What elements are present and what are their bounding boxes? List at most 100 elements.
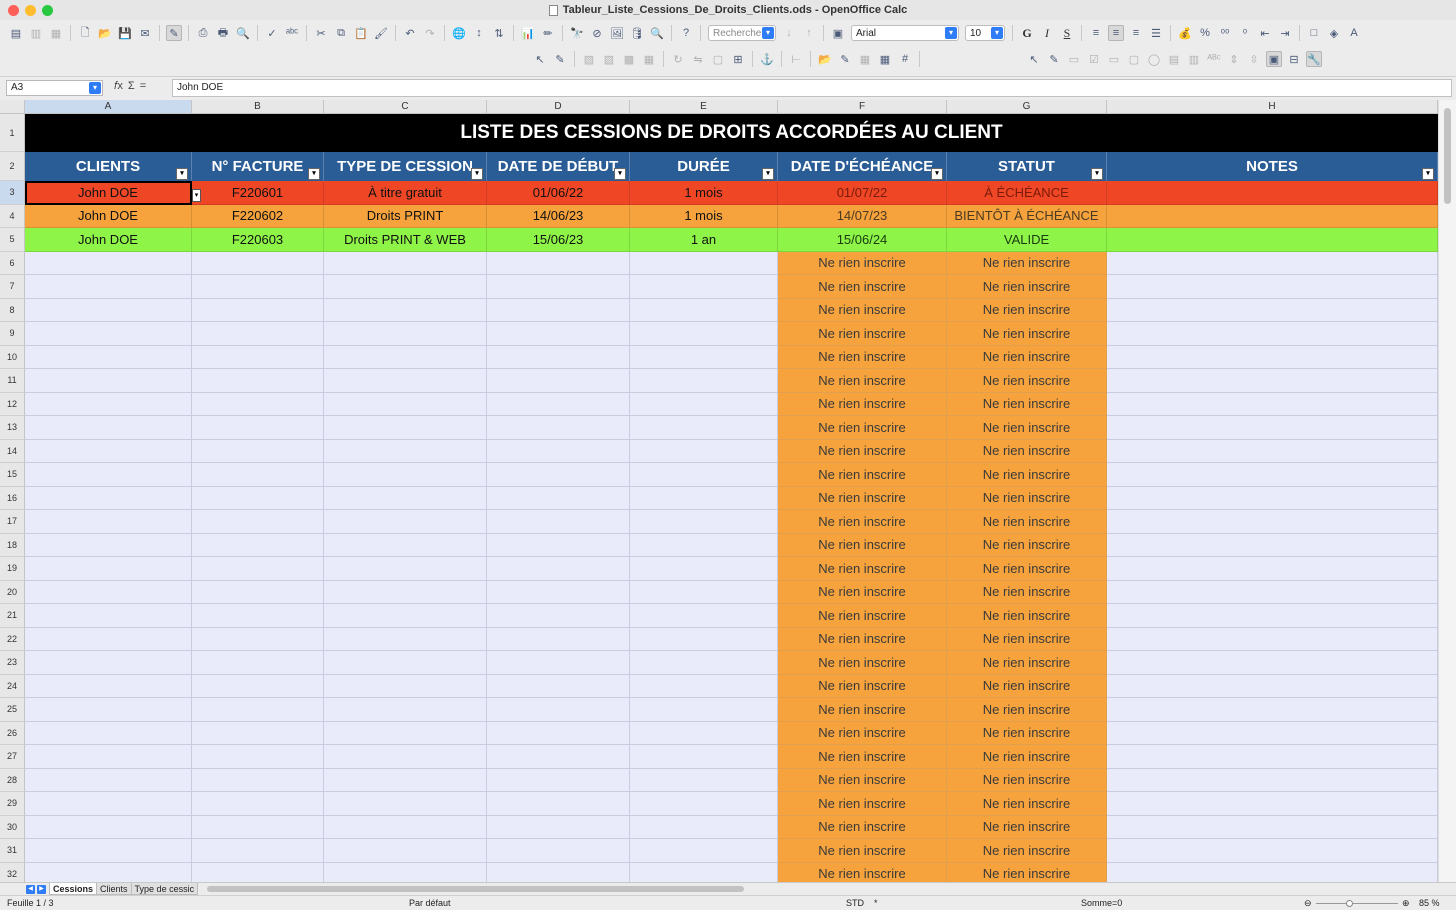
flip-icon[interactable]: ⇋ [690,51,706,67]
empty-cell[interactable] [630,510,778,534]
format-paintbrush-icon[interactable]: 🖌 [373,25,389,41]
empty-cell[interactable] [487,510,630,534]
empty-cell[interactable] [25,651,192,675]
find-replace-icon[interactable]: 🔭 [569,25,585,41]
placeholder-echeance-cell[interactable]: Ne rien inscrire [778,463,947,487]
navigator-icon[interactable]: ⊘ [589,25,605,41]
empty-cell[interactable] [324,604,487,628]
header-cell[interactable]: NOTES ▾ [1107,152,1438,181]
empty-cell[interactable] [487,298,630,322]
placeholder-echeance-cell[interactable]: Ne rien inscrire [778,768,947,792]
borders-icon[interactable]: □ [1306,25,1322,41]
header-cell[interactable]: N° FACTURE ▾ [192,152,324,181]
empty-cell[interactable] [192,815,324,839]
placeholder-statut-cell[interactable]: Ne rien inscrire [947,275,1107,299]
empty-cell[interactable] [1107,345,1438,369]
empty-cell[interactable] [630,792,778,816]
empty-cell[interactable] [487,463,630,487]
print-icon[interactable]: 🖶 [215,25,231,41]
group-icon[interactable]: ▢ [710,51,726,67]
empty-cell[interactable] [1107,439,1438,463]
filter-dropdown-icon[interactable]: ▾ [1091,168,1103,180]
row-header[interactable]: 8 [0,298,25,322]
row-header[interactable]: 16 [0,486,25,510]
toolbar-layout-icon[interactable]: ▥ [28,25,44,41]
empty-cell[interactable] [25,815,192,839]
table-control-icon[interactable]: ▦ [877,51,893,67]
cell-type[interactable]: Droits PRINT & WEB [324,228,487,252]
empty-cell[interactable] [25,463,192,487]
empty-cell[interactable] [1107,721,1438,745]
validation-dropdown-icon[interactable]: ▾ [192,189,201,202]
empty-cell[interactable] [324,721,487,745]
column-header-b[interactable]: B [192,100,324,114]
formula-equals-icon[interactable]: = [140,80,146,93]
placeholder-echeance-cell[interactable]: Ne rien inscrire [778,792,947,816]
placeholder-statut-cell[interactable]: Ne rien inscrire [947,674,1107,698]
vertical-scrollbar[interactable] [1438,100,1456,882]
open-folder-icon[interactable]: 📂 [97,25,113,41]
form-design-icon[interactable]: ✎ [1046,51,1062,67]
empty-cell[interactable] [192,721,324,745]
zoom-slider[interactable] [1316,900,1398,907]
empty-cell[interactable] [192,416,324,440]
empty-cell[interactable] [192,768,324,792]
row-header[interactable]: 13 [0,416,25,440]
empty-cell[interactable] [487,839,630,863]
empty-cell[interactable] [630,815,778,839]
placeholder-echeance-cell[interactable]: Ne rien inscrire [778,721,947,745]
column-header-a[interactable]: A [25,100,192,114]
empty-cell[interactable] [487,416,630,440]
empty-cell[interactable] [192,651,324,675]
cell-echeance[interactable]: 01/07/22 [778,181,947,205]
cell-duree[interactable]: 1 mois [630,181,778,205]
align-left-icon[interactable]: ≡ [1088,25,1104,41]
placeholder-statut-cell[interactable]: Ne rien inscrire [947,392,1107,416]
cell-duree[interactable]: 1 mois [630,204,778,228]
zoom-out-icon[interactable]: ⊖ [1304,898,1312,909]
formula-input[interactable]: John DOE [172,79,1452,97]
empty-cell[interactable] [630,580,778,604]
empty-cell[interactable] [630,698,778,722]
placeholder-statut-cell[interactable]: Ne rien inscrire [947,463,1107,487]
empty-cell[interactable] [630,604,778,628]
placeholder-statut-cell[interactable]: Ne rien inscrire [947,251,1107,275]
horizontal-scrollbar[interactable] [207,885,1437,893]
placeholder-echeance-cell[interactable]: Ne rien inscrire [778,416,947,440]
empty-cell[interactable] [324,839,487,863]
row-header[interactable]: 29 [0,792,25,816]
empty-cell[interactable] [324,815,487,839]
empty-cell[interactable] [192,298,324,322]
empty-cell[interactable] [630,745,778,769]
header-cell[interactable]: TYPE DE CESSION ▾ [324,152,487,181]
cell-client[interactable]: John DOE [25,204,192,228]
placeholder-statut-cell[interactable]: Ne rien inscrire [947,839,1107,863]
ungroup-icon[interactable]: ⊞ [730,51,746,67]
empty-cell[interactable] [192,792,324,816]
empty-cell[interactable] [25,580,192,604]
row-header[interactable]: 31 [0,839,25,863]
empty-cell[interactable] [630,439,778,463]
placeholder-echeance-cell[interactable]: Ne rien inscrire [778,815,947,839]
cell-facture[interactable]: F220602 [192,204,324,228]
row-header[interactable]: 20 [0,580,25,604]
row-header[interactable]: 1 [0,114,25,152]
placeholder-statut-cell[interactable]: Ne rien inscrire [947,580,1107,604]
empty-cell[interactable] [1107,651,1438,675]
tab-clients[interactable]: Clients [96,883,132,895]
empty-cell[interactable] [324,698,487,722]
empty-cell[interactable] [487,721,630,745]
row-header[interactable]: 25 [0,698,25,722]
tab-nav-prev-icon[interactable]: ◀ [26,884,35,894]
empty-cell[interactable] [192,533,324,557]
draw-functions-icon[interactable]: ✏ [540,25,556,41]
placeholder-echeance-cell[interactable]: Ne rien inscrire [778,298,947,322]
empty-cell[interactable] [630,275,778,299]
empty-cell[interactable] [25,275,192,299]
chevron-down-icon[interactable]: ▾ [945,27,957,39]
empty-cell[interactable] [630,416,778,440]
cell-debut[interactable]: 15/06/23 [487,228,630,252]
empty-cell[interactable] [192,698,324,722]
placeholder-statut-cell[interactable]: Ne rien inscrire [947,533,1107,557]
filter-dropdown-icon[interactable]: ▾ [308,168,320,180]
